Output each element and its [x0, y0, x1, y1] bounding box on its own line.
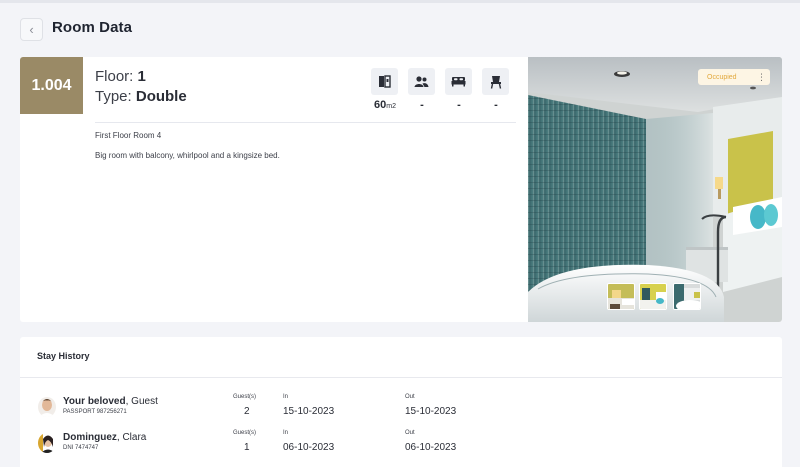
room-divider: [95, 122, 516, 123]
amenity-size: 60m2: [374, 99, 396, 111]
type-value: Double: [135, 88, 187, 105]
thumbnail-3[interactable]: [673, 283, 701, 310]
room-card: 1.004 Floor: 1 Type: Double 60m2 - - - F…: [20, 57, 782, 322]
chevron-left-icon: ‹: [29, 22, 34, 37]
room-type: Type: Double: [95, 88, 187, 105]
guests-count: 1: [244, 442, 250, 453]
chair-icon: [482, 68, 509, 95]
history-divider: [20, 377, 782, 378]
type-label: Type:: [95, 88, 132, 105]
history-row[interactable]: Dominguez, Clara DNI 7474747 Guest(s) 1 …: [20, 430, 782, 464]
floor-value: 1: [137, 68, 146, 85]
amenity-beds: -: [457, 99, 461, 111]
guests-label: Guest(s): [233, 394, 257, 400]
check-out-label: Out: [405, 394, 415, 400]
room-photo[interactable]: Occupied ⋮: [528, 57, 782, 322]
check-out-date: 06-10-2023: [405, 442, 457, 453]
check-in-label: In: [283, 430, 289, 436]
avatar: [38, 397, 56, 417]
thumbnail-2[interactable]: [639, 283, 667, 310]
room-floor: Floor: 1: [95, 68, 146, 85]
door-icon: [371, 68, 398, 95]
guests-icon: [408, 68, 435, 95]
room-number: 1.004: [20, 57, 83, 114]
check-in-date: 06-10-2023: [283, 442, 335, 453]
guest-name[interactable]: Dominguez, Clara: [63, 432, 146, 443]
stay-history-card: Stay History Your beloved, Guest PASSPOR…: [20, 337, 782, 467]
back-button[interactable]: ‹: [20, 18, 43, 41]
stay-history-title: Stay History: [37, 351, 90, 361]
bed-icon: [445, 68, 472, 95]
status-label: Occupied: [707, 73, 737, 81]
check-in-date: 15-10-2023: [283, 406, 335, 417]
avatar: [38, 433, 56, 453]
check-out-label: Out: [405, 430, 415, 436]
guest-document: DNI 7474747: [63, 445, 99, 451]
thumbnail-1[interactable]: [607, 283, 635, 310]
guest-name[interactable]: Your beloved, Guest: [63, 396, 158, 407]
guests-label: Guest(s): [233, 430, 257, 436]
amenity-chairs: -: [494, 99, 498, 111]
check-in-label: In: [283, 394, 289, 400]
page-title: Room Data: [52, 19, 133, 36]
more-vertical-icon[interactable]: ⋮: [757, 71, 766, 83]
status-badge[interactable]: Occupied ⋮: [698, 69, 770, 85]
check-out-date: 15-10-2023: [405, 406, 457, 417]
guest-document: PASSPORT 987256271: [63, 409, 127, 415]
room-name: First Floor Room 4: [95, 131, 162, 140]
room-description: Big room with balcony, whirlpool and a k…: [95, 151, 280, 160]
amenity-guests: -: [420, 99, 424, 111]
floor-label: Floor:: [95, 68, 134, 85]
history-row[interactable]: Your beloved, Guest PASSPORT 987256271 G…: [20, 394, 782, 428]
guests-count: 2: [244, 406, 250, 417]
top-border: [0, 0, 800, 3]
